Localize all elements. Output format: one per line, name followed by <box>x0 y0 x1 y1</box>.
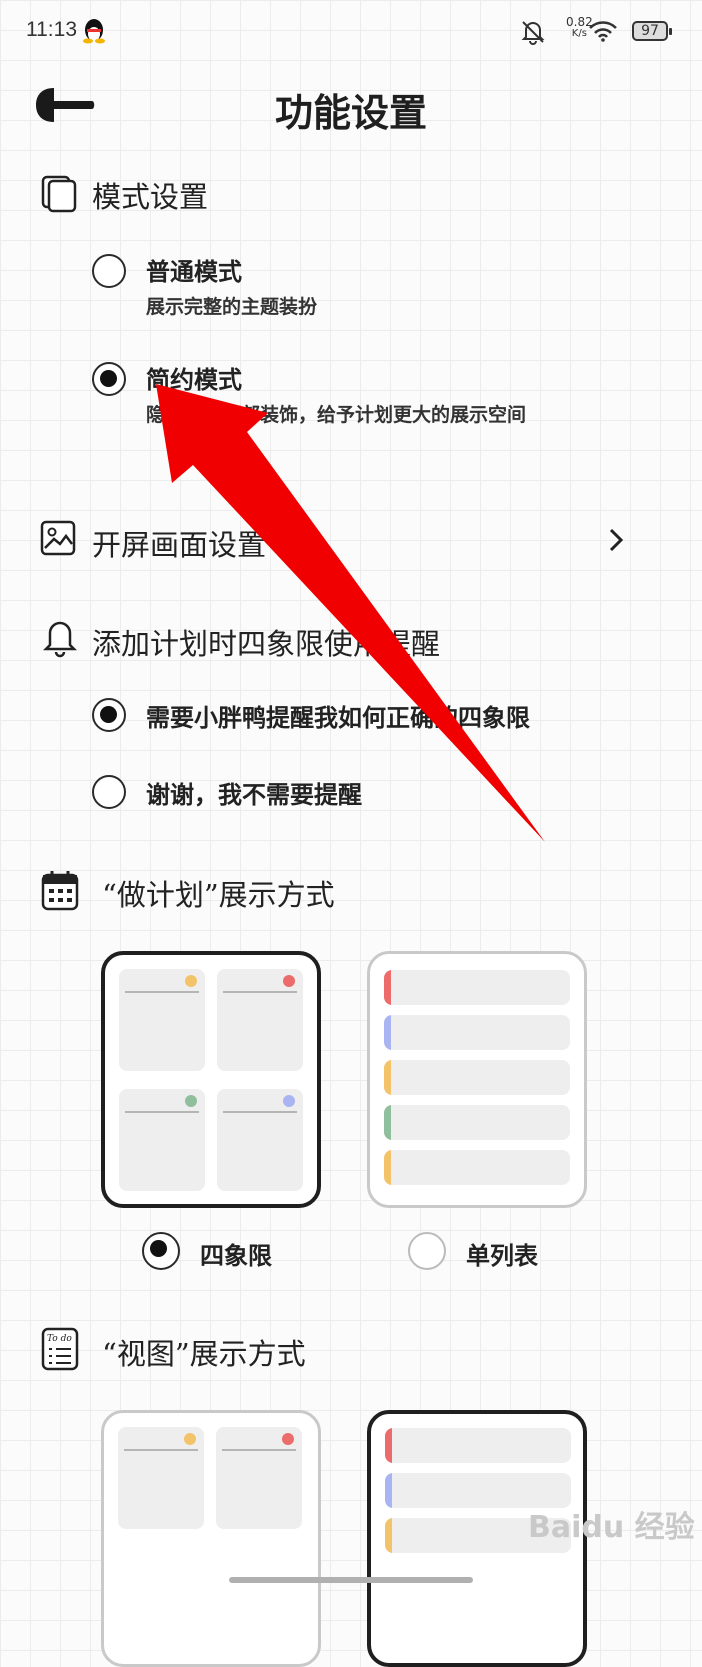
radio-no-reminder[interactable] <box>92 775 126 809</box>
cards-icon <box>41 175 77 213</box>
splash-setting-row[interactable]: 开屏画面设置 <box>30 510 670 570</box>
chevron-right-icon <box>609 528 624 552</box>
status-bar: 11:13 0.82 K/s 97 <box>0 0 702 64</box>
calendar-icon <box>41 871 79 911</box>
reminder-option-label: 谢谢，我不需要提醒 <box>146 781 362 809</box>
list-preview-card[interactable] <box>367 951 587 1208</box>
plan-option-label: 四象限 <box>200 1242 272 1270</box>
quadrant-tile <box>217 1089 303 1191</box>
reminder-option-no-need[interactable]: 谢谢，我不需要提醒 <box>90 773 650 813</box>
mode-option-normal[interactable]: 普通模式 展示完整的主题装扮 <box>90 252 610 332</box>
status-time: 11:13 <box>26 18 77 41</box>
battery-icon: 97 <box>632 21 672 41</box>
mode-section-title: 模式设置 <box>92 180 209 214</box>
list-bar <box>384 970 570 1005</box>
quadrant-preview-card[interactable] <box>101 951 321 1208</box>
wifi-icon <box>589 21 617 42</box>
list-bar <box>384 1105 570 1140</box>
page-title: 功能设置 <box>274 90 427 135</box>
plan-option-label: 单列表 <box>466 1242 538 1270</box>
reminder-option-need[interactable]: 需要小胖鸭提醒我如何正确的四象限 <box>90 696 650 736</box>
reminder-section-title: 添加计划时四象限使用提醒 <box>92 627 441 661</box>
baidu-watermark: Baidu 经验 <box>528 1510 695 1545</box>
list-bar <box>384 1150 570 1185</box>
view-quadrant-preview-card[interactable] <box>101 1410 321 1667</box>
image-icon <box>40 520 76 556</box>
mode-option-simple[interactable]: 简约模式 隐藏主题顶部装饰，给予计划更大的展示空间 <box>90 360 610 460</box>
todo-icon: To do <box>41 1327 79 1371</box>
bell-off-icon <box>521 21 545 45</box>
plan-option-list[interactable]: 单列表 <box>406 1232 566 1272</box>
mode-option-desc: 隐藏主题顶部装饰，给予计划更大的展示空间 <box>146 404 527 426</box>
radio-quadrant[interactable] <box>142 1232 180 1270</box>
quadrant-tile <box>118 1427 204 1529</box>
quadrant-tile <box>217 969 303 1071</box>
radio-simple-mode[interactable] <box>92 362 126 396</box>
quadrant-tile <box>119 1089 205 1191</box>
bell-icon <box>42 621 78 658</box>
qq-penguin-icon <box>83 19 105 44</box>
mode-option-title: 简约模式 <box>146 366 242 394</box>
quadrant-tile <box>119 969 205 1071</box>
list-bar <box>384 1015 570 1050</box>
splash-title: 开屏画面设置 <box>92 528 267 562</box>
view-display-title: “视图”展示方式 <box>102 1337 306 1371</box>
plan-option-quadrant[interactable]: 四象限 <box>140 1232 300 1272</box>
radio-need-reminder[interactable] <box>92 698 126 732</box>
radio-list[interactable] <box>408 1232 446 1270</box>
quadrant-tile <box>216 1427 302 1529</box>
svg-text:To do: To do <box>47 1334 72 1344</box>
mode-option-desc: 展示完整的主题装扮 <box>146 296 318 318</box>
mode-option-title: 普通模式 <box>146 258 242 286</box>
list-bar <box>385 1428 571 1463</box>
plan-display-title: “做计划”展示方式 <box>102 878 335 912</box>
radio-normal-mode[interactable] <box>92 254 126 288</box>
reminder-option-label: 需要小胖鸭提醒我如何正确的四象限 <box>146 704 530 732</box>
list-bar <box>384 1060 570 1095</box>
home-indicator[interactable] <box>229 1577 473 1583</box>
